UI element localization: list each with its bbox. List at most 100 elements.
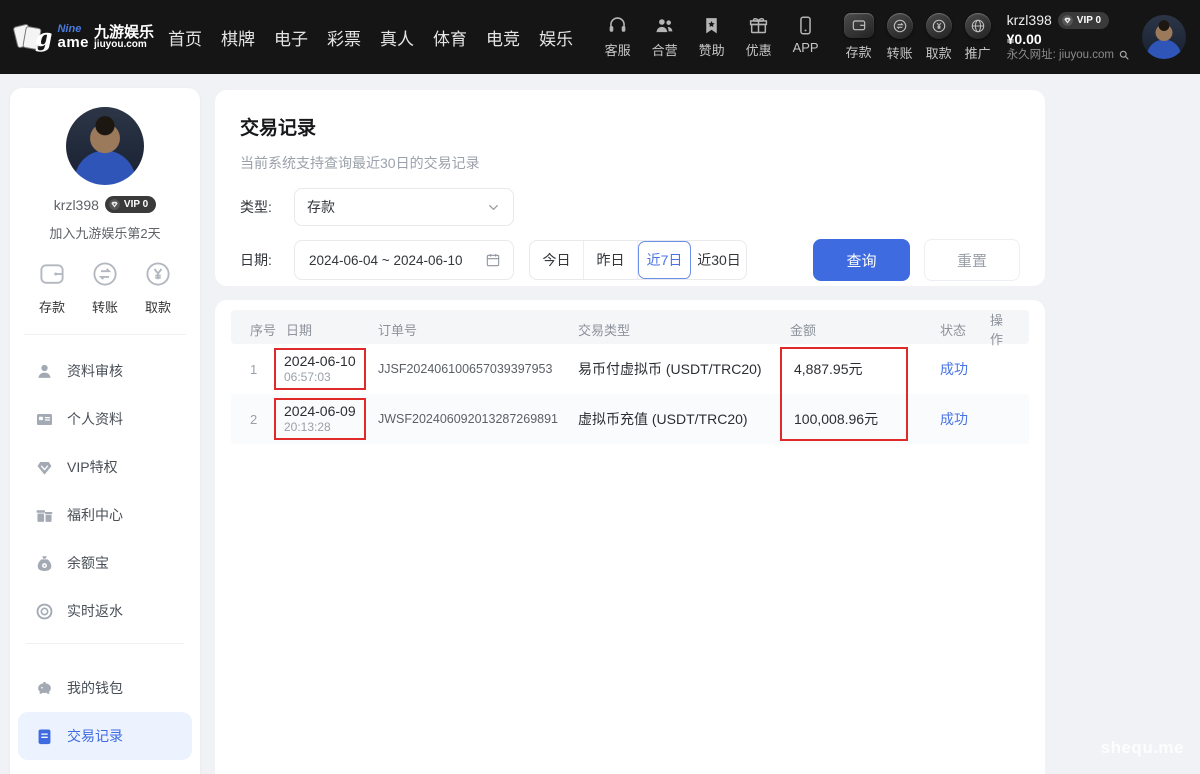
- vip-badge: VIP 0: [1058, 12, 1109, 29]
- sidebar-item-yuebao[interactable]: 余额宝: [18, 539, 192, 587]
- sidebar-menu-wallet: 我的钱包 交易记录 投注记录: [10, 644, 200, 774]
- brand-domain: jiuyou.com: [94, 40, 154, 50]
- header-wallet-links: 存款 转账 取款 推广: [844, 13, 991, 62]
- table-row: 1 2024-06-10 06:57:03 JJSF20240610065703…: [231, 344, 1029, 394]
- quick-withdraw-button[interactable]: 取款: [136, 259, 180, 316]
- transfer-coin-icon: [887, 13, 913, 39]
- promo-link[interactable]: 优惠: [743, 15, 775, 59]
- quick-range-group: 今日 昨日 近7日 近30日: [529, 240, 747, 280]
- people-icon: [654, 15, 675, 36]
- query-button[interactable]: 查询: [813, 239, 910, 281]
- gift-icon: [748, 15, 769, 36]
- page: g Nine ame 九游娱乐 jiuyou.com 首页 棋牌 电子 彩票 真…: [0, 0, 1200, 774]
- permanent-url: 永久网址: jiuyou.com: [1007, 48, 1130, 63]
- transfer-link[interactable]: 转账: [887, 13, 913, 62]
- row-date-cell: 2024-06-09 20:13:28: [286, 398, 378, 440]
- date-range-value: 2024-06-04 ~ 2024-06-10: [309, 253, 463, 268]
- sidebar-item-profile-review[interactable]: 资料审核: [18, 347, 192, 395]
- nav-item-entertainment[interactable]: 娱乐: [539, 25, 573, 50]
- range-today-button[interactable]: 今日: [530, 241, 584, 279]
- withdraw-coin-icon: [926, 13, 952, 39]
- sidebar-item-bet-records[interactable]: 投注记录: [18, 760, 192, 774]
- sidebar-avatar[interactable]: [66, 107, 144, 185]
- partner-link[interactable]: 合营: [649, 15, 681, 59]
- sidebar-item-vip-privilege[interactable]: VIP特权: [18, 443, 192, 491]
- nav-item-esports[interactable]: 电竞: [486, 25, 520, 50]
- date-label: 日期:: [240, 250, 282, 270]
- service-link[interactable]: 客服: [602, 15, 634, 59]
- calendar-icon[interactable]: [485, 252, 501, 268]
- globe-coin-icon: [965, 13, 991, 39]
- range-7days-button[interactable]: 近7日: [638, 241, 692, 279]
- row-order-no: JJSF202406100657039397953: [378, 362, 578, 376]
- user-icon: [35, 362, 54, 381]
- brand-name-bottom: ame: [57, 35, 89, 50]
- filter-card: 交易记录 当前系统支持查询最近30日的交易记录 类型: 存款 日期: 2024-…: [215, 90, 1045, 286]
- money-bag-icon: [35, 554, 54, 573]
- range-yesterday-button[interactable]: 昨日: [584, 241, 638, 279]
- page-title: 交易记录: [240, 113, 1020, 140]
- row-status: 成功: [940, 409, 990, 429]
- row-status: 成功: [940, 359, 990, 379]
- type-select-value: 存款: [307, 197, 335, 217]
- nav-item-lottery[interactable]: 彩票: [327, 25, 361, 50]
- deposit-link[interactable]: 存款: [844, 13, 874, 62]
- main-nav: 首页 棋牌 电子 彩票 真人 体育 电竞 娱乐: [168, 25, 573, 50]
- gifts-icon: [35, 506, 54, 525]
- date-range-input[interactable]: 2024-06-04 ~ 2024-06-10: [294, 240, 514, 280]
- nav-item-slots[interactable]: 电子: [274, 25, 308, 50]
- row-tx-type: 虚拟币充值 (USDT/TRC20): [578, 409, 790, 429]
- brand-monogram: g: [35, 23, 52, 52]
- records-table-card: 序号 日期 订单号 交易类型 金额 状态 操作 1 2024-06-10 06:…: [215, 300, 1045, 774]
- sidebar-username: krzl398: [54, 197, 99, 213]
- yen-circle-icon: [143, 259, 173, 289]
- header-user-block: krzl398 VIP 0 ¥0.00 永久网址: jiuyou.com: [1007, 11, 1130, 62]
- sidebar-quick-actions: 存款 转账 取款: [24, 259, 186, 335]
- type-select[interactable]: 存款: [294, 188, 514, 226]
- table-header: 序号 日期 订单号 交易类型 金额 状态 操作: [231, 310, 1029, 344]
- phone-icon: [795, 15, 816, 36]
- row-order-no: JWSF202406092013287269891: [378, 412, 578, 426]
- top-header: g Nine ame 九游娱乐 jiuyou.com 首页 棋牌 电子 彩票 真…: [0, 0, 1200, 74]
- quick-deposit-button[interactable]: 存款: [30, 259, 74, 316]
- app-link[interactable]: APP: [790, 15, 822, 59]
- sidebar-vip-badge: VIP 0: [105, 196, 156, 213]
- brand-cn-name: 九游娱乐: [94, 25, 154, 40]
- header-quick-links: 客服 合营 赞助 优惠 APP: [602, 15, 822, 59]
- sponsor-link[interactable]: 赞助: [696, 15, 728, 59]
- sidebar-item-welfare-center[interactable]: 福利中心: [18, 491, 192, 539]
- reset-button[interactable]: 重置: [924, 239, 1020, 281]
- id-card-icon: [35, 410, 54, 429]
- row-date-cell: 2024-06-10 06:57:03: [286, 348, 378, 390]
- rings-coin-icon: [35, 602, 54, 621]
- sidebar-item-realtime-rebate[interactable]: 实时返水: [18, 587, 192, 635]
- quick-transfer-button[interactable]: 转账: [83, 259, 127, 316]
- user-avatar[interactable]: [1142, 15, 1186, 59]
- balance: ¥0.00: [1007, 30, 1130, 48]
- search-icon[interactable]: [1118, 49, 1130, 61]
- nav-item-home[interactable]: 首页: [168, 25, 202, 50]
- bookmark-star-icon: [701, 15, 722, 36]
- vip-shield-icon: [35, 458, 54, 477]
- sidebar-item-personal-info[interactable]: 个人资料: [18, 395, 192, 443]
- highlight-box-date-2: 2024-06-09 20:13:28: [274, 398, 366, 440]
- headset-icon: [607, 15, 628, 36]
- table-row: 2 2024-06-09 20:13:28 JWSF20240609201328…: [231, 394, 1029, 444]
- brand-logo[interactable]: g Nine ame 九游娱乐 jiuyou.com: [14, 21, 154, 53]
- join-days-text: 加入九游娱乐第2天: [10, 223, 200, 242]
- highlight-box-date-1: 2024-06-10 06:57:03: [274, 348, 366, 390]
- withdraw-link[interactable]: 取款: [926, 13, 952, 62]
- wallet-outline-icon: [37, 259, 67, 289]
- sidebar-item-my-wallet[interactable]: 我的钱包: [18, 664, 192, 712]
- nav-item-sports[interactable]: 体育: [433, 25, 467, 50]
- watermark: shequ.me: [1101, 738, 1184, 758]
- nav-item-live[interactable]: 真人: [380, 25, 414, 50]
- chevron-down-icon: [486, 200, 501, 215]
- sidebar-item-transaction-records[interactable]: 交易记录: [18, 712, 192, 760]
- page-subtitle: 当前系统支持查询最近30日的交易记录: [240, 153, 1020, 173]
- range-30days-button[interactable]: 近30日: [692, 241, 746, 279]
- row-amount: 100,008.96元: [790, 409, 940, 429]
- row-amount: 4,887.95元: [790, 359, 940, 379]
- spread-link[interactable]: 推广: [965, 13, 991, 62]
- nav-item-chess[interactable]: 棋牌: [221, 25, 255, 50]
